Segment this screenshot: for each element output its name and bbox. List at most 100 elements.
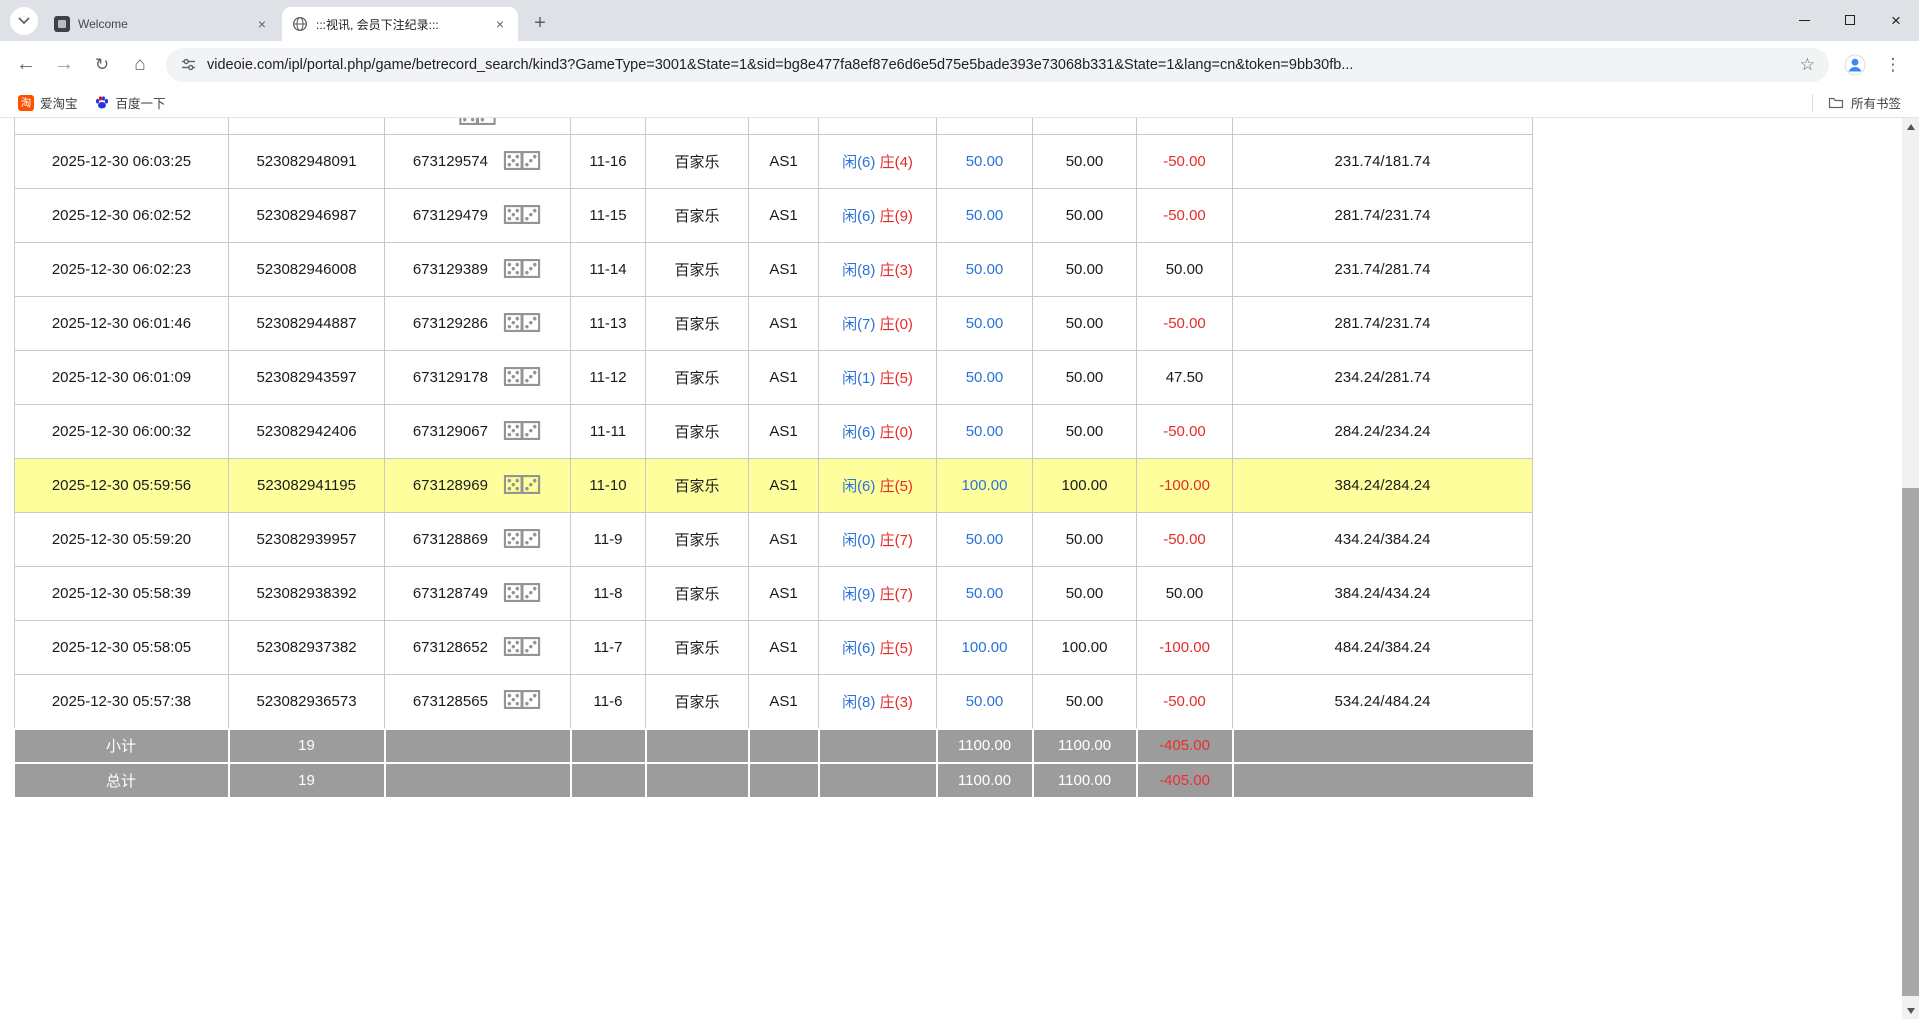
summary-row: 总计191100.001100.00-405.00 [15,763,1533,797]
url-text[interactable]: videoie.com/ipl/portal.php/game/betrecor… [207,57,1790,73]
empty-cell [819,118,937,135]
valid-amount-cell: 50.00 [1033,567,1137,621]
taobao-icon: 淘 [18,95,34,111]
dice-icon[interactable]: ⚄⚂ [502,419,542,445]
profile-button[interactable] [1837,47,1873,83]
win-loss-cell: -50.00 [1137,513,1233,567]
dice-icon[interactable]: ⚄⚂ [502,473,542,499]
valid-amount-cell: 50.00 [1033,243,1137,297]
tab-close-icon[interactable]: × [492,16,508,32]
balance-cell: 384.24/284.24 [1233,459,1533,513]
record-row: 2025-12-30 05:57:38523082936573673128565… [15,675,1533,729]
scroll-up-button[interactable] [1902,118,1919,135]
bookmark-baidu[interactable]: 百度一下 [86,91,174,115]
address-bar[interactable]: videoie.com/ipl/portal.php/game/betrecor… [166,48,1829,82]
result-cell: 闲(9) 庄(7) [819,567,937,621]
empty-cell [749,118,819,135]
dice-icon[interactable]: ⚄⚂ [502,581,542,607]
bet-id-cell: 523082939957 [229,513,385,567]
game-id-cell: 673129178⚄⚂ [385,351,571,405]
dice-clip: ⚄⚂ [385,118,570,134]
win-loss-cell: -50.00 [1137,675,1233,729]
table-cell: AS1 [749,405,819,459]
empty-cell [819,763,937,797]
scroll-down-button[interactable] [1902,1002,1919,1019]
tab-search-button[interactable] [10,7,38,35]
forward-button[interactable]: → [46,47,82,83]
minimize-icon [1799,20,1810,21]
tab-close-icon[interactable]: × [254,16,270,32]
balance-cell: 434.24/384.24 [1233,513,1533,567]
dice-icon[interactable]: ⚄⚂ [457,118,497,120]
dice-icon[interactable]: ⚄⚂ [502,527,542,553]
summary-valid-cell: 1100.00 [1033,763,1137,797]
win-loss-cell: -100.00 [1137,621,1233,675]
scrollbar-thumb[interactable] [1902,488,1919,996]
win-loss-cell: -50.00 [1137,405,1233,459]
game-id-cell: 673129067⚄⚂ [385,405,571,459]
dice-icon[interactable]: ⚄⚂ [502,311,542,337]
vertical-scrollbar[interactable] [1902,118,1919,1019]
empty-cell [385,763,571,797]
round-cell: 11-8 [571,567,646,621]
divider [1812,94,1813,112]
dice-icon[interactable]: ⚄⚂ [502,688,542,714]
all-bookmarks-button[interactable]: 所有书签 [1812,93,1909,112]
summary-win-loss-cell: -405.00 [1137,729,1233,763]
dice-icon[interactable]: ⚄⚂ [502,149,542,175]
dice-icon[interactable]: ⚄⚂ [502,635,542,661]
bet-id-cell: 523082942406 [229,405,385,459]
bet-id-cell: 523082941195 [229,459,385,513]
game-id-cell: 673129479⚄⚂ [385,189,571,243]
tab-welcome[interactable]: Welcome × [44,7,280,41]
dice-icon[interactable]: ⚄⚂ [502,257,542,283]
time-cell: 2025-12-30 06:00:32 [15,405,229,459]
close-button[interactable]: × [1873,0,1919,40]
time-cell: 2025-12-30 06:02:52 [15,189,229,243]
valid-amount-cell: 50.00 [1033,351,1137,405]
menu-button[interactable]: ⋮ [1875,47,1911,83]
new-tab-button[interactable]: + [526,9,554,37]
site-info-icon[interactable] [180,56,197,73]
round-cell: 11-13 [571,297,646,351]
result-cell: 闲(8) 庄(3) [819,243,937,297]
dice-icon[interactable]: ⚄⚂ [502,203,542,229]
bet-amount-cell: 50.00 [937,243,1033,297]
bookmark-aitaobao[interactable]: 淘 爱淘宝 [10,91,86,115]
records-tbody: ⚄⚂ 2025-12-30 06:03:25523082948091673129… [15,118,1533,797]
valid-amount-cell: 100.00 [1033,459,1137,513]
dice-icon[interactable]: ⚄⚂ [502,365,542,391]
empty-cell [1033,118,1137,135]
restore-button[interactable] [1827,0,1873,40]
empty-cell [646,763,749,797]
reload-button[interactable]: ↻ [84,47,120,83]
home-button[interactable]: ⌂ [122,47,158,83]
summary-label-cell: 总计 [15,763,229,797]
result-cell: 闲(6) 庄(9) [819,189,937,243]
bookmark-star-icon[interactable]: ☆ [1800,55,1815,75]
restore-icon [1845,15,1855,25]
time-cell: 2025-12-30 05:59:56 [15,459,229,513]
table-cell: AS1 [749,513,819,567]
empty-cell [571,763,646,797]
tab-title: :::视讯, 会员下注纪录::: [316,16,484,33]
result-cell: 闲(6) 庄(4) [819,135,937,189]
empty-cell [646,729,749,763]
valid-amount-cell: 50.00 [1033,297,1137,351]
valid-amount-cell: 50.00 [1033,405,1137,459]
empty-cell [229,118,385,135]
record-row: 2025-12-30 06:01:09523082943597673129178… [15,351,1533,405]
summary-count-cell: 19 [229,729,385,763]
game-id-cell: 673129286⚄⚂ [385,297,571,351]
minimize-button[interactable] [1781,0,1827,40]
tab-betrecord[interactable]: :::视讯, 会员下注纪录::: × [282,7,518,41]
time-cell: 2025-12-30 06:02:23 [15,243,229,297]
balance-cell: 284.24/234.24 [1233,405,1533,459]
summary-bet-cell: 1100.00 [937,729,1033,763]
balance-cell: 384.24/434.24 [1233,567,1533,621]
win-loss-cell: -50.00 [1137,135,1233,189]
back-button[interactable]: ← [8,47,44,83]
bet-amount-cell: 100.00 [937,621,1033,675]
time-cell: 2025-12-30 06:03:25 [15,135,229,189]
game-type-cell: 百家乐 [646,405,749,459]
